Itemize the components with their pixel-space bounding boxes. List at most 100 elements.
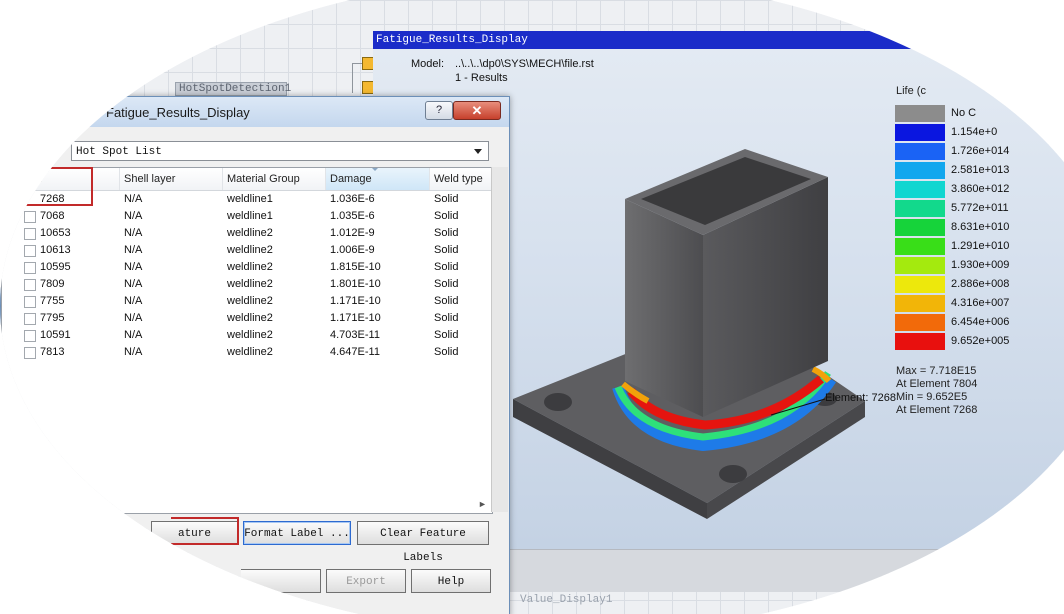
cell-element: 10653 [40,227,71,239]
cell-damage: 1.171E-10 [330,295,381,307]
legend-swatch [895,295,945,312]
cell-group: weldline2 [227,295,273,307]
cell-element: 7809 [40,278,65,290]
table-row[interactable]: 7809 N/A weldline2 1.801E-10 Solid [2,276,492,293]
cell-damage: 1.035E-6 [330,210,375,222]
export-button[interactable]: Export [326,569,406,593]
legend-entry: 2.581e+013 [895,161,1035,180]
cell-shell: N/A [124,312,143,324]
table-row[interactable]: 10595 N/A weldline2 1.815E-10 Solid [2,259,492,276]
legend-entry: 8.631e+010 [895,218,1035,237]
cell-damage: 4.647E-11 [330,346,380,358]
cell-element: 7795 [40,312,65,324]
cell-weld: Solid [434,193,459,205]
workflow-node-hotspot[interactable]: HotSpotDetection1 [175,82,291,96]
cell-weld: Solid [434,295,459,307]
row-checkbox[interactable] [24,228,36,240]
cell-damage: 4.703E-11 [330,329,380,341]
dialog-title: Fatigue_Results_Display [106,105,250,120]
hotspot-table[interactable]: ent Shell layer Material Group Damage We… [1,167,493,514]
cell-shell: N/A [124,210,143,222]
cell-group: weldline2 [227,278,273,290]
legend-swatch [895,105,945,122]
legend-entry: 1.726e+014 [895,142,1035,161]
cell-weld: Solid [434,312,459,324]
legend-label: 2.886e+008 [951,278,1010,290]
legend-entry: 1.930e+009 [895,256,1035,275]
col-header-damage[interactable]: Damage [326,168,430,190]
cell-group: weldline1 [227,193,273,205]
legend-label: 1.291e+010 [951,240,1010,252]
row-checkbox[interactable] [24,245,36,257]
legend-entry: 6.454e+006 [895,313,1035,332]
screenshot-stage: HotSpotDetection1 Fatigue_Results_Displa… [0,0,1064,614]
cell-damage: 1.012E-9 [330,227,375,239]
chevron-down-icon[interactable] [474,149,482,154]
legend-swatch [895,124,945,141]
col-header-material-group[interactable]: Material Group [223,168,326,190]
cell-weld: Solid [434,227,459,239]
legend-swatch [895,333,945,350]
row-checkbox[interactable] [24,211,36,223]
vertical-scrollbar[interactable] [491,167,508,512]
dialog-title-bar[interactable]: Fatigue_Results_Display ? ✕ [1,97,509,127]
row-checkbox[interactable] [24,313,36,325]
table-row[interactable]: 7813 N/A weldline2 4.647E-11 Solid [2,344,492,361]
row-checkbox[interactable] [24,330,36,342]
legend-swatch [895,219,945,236]
legend-entry: 1.291e+010 [895,237,1035,256]
min-value: Min = 9.652E5 [896,391,968,403]
row-checkbox[interactable] [24,279,36,291]
workflow-connector [352,63,353,93]
legend-swatch [895,276,945,293]
table-row[interactable]: 7755 N/A weldline2 1.171E-10 Solid [2,293,492,310]
legend-label: 4.316e+007 [951,297,1010,309]
cell-damage: 1.801E-10 [330,278,381,290]
cell-damage: 1.815E-10 [330,261,381,273]
legend-label: No C [951,107,977,119]
cell-damage: 1.036E-6 [330,193,375,205]
table-row[interactable]: 7068 N/A weldline1 1.035E-6 Solid [2,208,492,225]
col-header-shell-layer[interactable]: Shell layer [120,168,223,190]
legend-label: 1.154e+0 [951,126,998,138]
legend-label: 1.726e+014 [951,145,1010,157]
legend-swatch [895,238,945,255]
format-label-button[interactable]: Format Label ... [243,521,351,545]
fatigue-results-dialog: Fatigue_Results_Display ? ✕ Hot Spot Lis… [0,96,510,614]
row-checkbox[interactable] [24,262,36,274]
list-type-select[interactable]: Hot Spot List [71,141,489,161]
table-row[interactable]: 7795 N/A weldline2 1.171E-10 Solid [2,310,492,327]
legend-label: 2.581e+013 [951,164,1010,176]
table-row[interactable]: 10613 N/A weldline2 1.006E-9 Solid [2,242,492,259]
cell-element: 10595 [40,261,71,273]
legend-swatch [895,143,945,160]
row-checkbox[interactable] [24,296,36,308]
bolt-hole [544,393,572,411]
scroll-right-icon[interactable]: ► [478,499,487,509]
cell-element: 7068 [40,210,65,222]
legend-swatch [895,162,945,179]
cell-group: weldline2 [227,312,273,324]
legend-label: 1.930e+009 [951,259,1010,271]
legend-entry: 1.154e+0 [895,123,1035,142]
hidden-button[interactable] [241,569,321,593]
help-button[interactable]: Help [411,569,491,593]
cell-group: weldline2 [227,329,273,341]
close-icon[interactable]: ✕ [453,101,501,120]
row-checkbox[interactable] [24,347,36,359]
cell-group: weldline2 [227,346,273,358]
legend-swatch [895,257,945,274]
table-row[interactable]: 10653 N/A weldline2 1.012E-9 Solid [2,225,492,242]
help-icon[interactable]: ? [425,101,453,120]
cell-element: 10613 [40,244,71,256]
clear-feature-labels-button[interactable]: Clear Feature Labels [357,521,489,564]
legend-entry: 2.886e+008 [895,275,1035,294]
viewer-title-bar: Fatigue_Results_Display [373,31,1064,49]
cell-group: weldline2 [227,244,273,256]
table-row[interactable]: 10591 N/A weldline2 4.703E-11 Solid [2,327,492,344]
workflow-node-value-display[interactable]: Value_Display1 [520,594,612,606]
cell-damage: 1.006E-9 [330,244,375,256]
cell-weld: Solid [434,329,459,341]
col-header-weld-type[interactable]: Weld type [430,168,492,190]
cell-shell: N/A [124,329,143,341]
